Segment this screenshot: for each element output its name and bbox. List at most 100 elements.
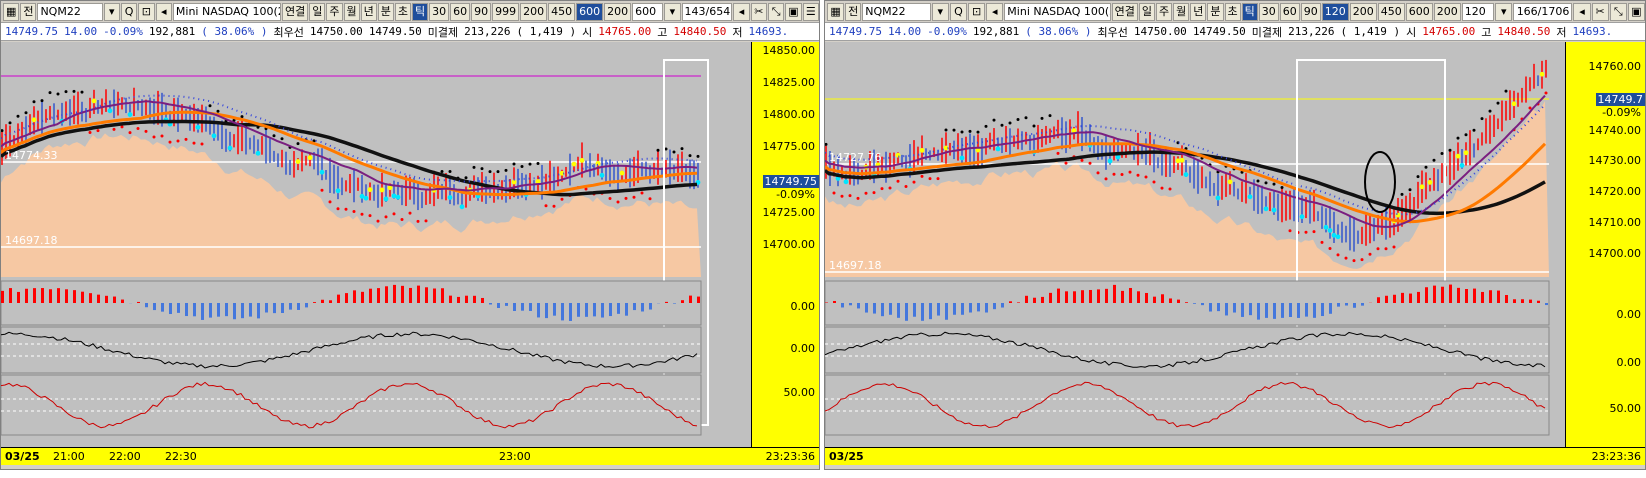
left-macd-bar [113, 296, 116, 303]
right-sar-dot [1288, 229, 1292, 233]
right-sar-dot [1544, 91, 1548, 95]
right-split-icon[interactable]: ⤡ [1609, 2, 1627, 21]
left-interval-dropdown-icon[interactable]: ▾ [664, 2, 681, 21]
right-low: 14693. [1572, 25, 1613, 38]
right-price-axis[interactable]: 14760.00 14749.7 -0.09% 14740.00 14730.0… [1565, 42, 1645, 447]
right-change: 14.00 [887, 25, 922, 38]
right-tool-grid-icon[interactable]: ▦ [827, 2, 845, 21]
right-macd-bar [1089, 289, 1092, 303]
left-time-axis[interactable]: 03/25 21:00 22:00 22:30 23:00 23:23:36 [1, 447, 819, 465]
right-link-button[interactable]: 연결 [1111, 2, 1138, 21]
right-tools-icon[interactable]: ✂ [1591, 2, 1609, 21]
left-macd-bar [281, 303, 284, 313]
right-search-icon[interactable]: Q [949, 2, 968, 21]
left-macd-bar [305, 303, 308, 308]
left-interval-999[interactable]: 999 [492, 2, 520, 21]
left-macd-bar [537, 303, 540, 318]
right-interval-200b[interactable]: 200 [1433, 2, 1461, 21]
left-split-icon[interactable]: ⤡ [767, 2, 785, 21]
left-tool-grid-icon[interactable]: ▦ [3, 2, 20, 21]
right-interval-60[interactable]: 60 [1279, 2, 1300, 21]
left-macd-bar [177, 303, 180, 313]
left-interval-60[interactable]: 60 [450, 2, 471, 21]
right-period-second[interactable]: 초 [1224, 2, 1241, 21]
left-chart-svg[interactable]: 14774.33 14697.18 [1, 42, 751, 447]
right-interval-dropdown-icon[interactable]: ▾ [1495, 2, 1513, 21]
right-period-year[interactable]: 년 [1190, 2, 1207, 21]
left-period-minute[interactable]: 분 [377, 2, 394, 21]
left-interval-200[interactable]: 200 [520, 2, 548, 21]
right-prefix-button[interactable]: 전 [845, 2, 862, 21]
left-sound-icon[interactable]: ◂ [155, 2, 172, 21]
right-interval-200[interactable]: 200 [1349, 2, 1377, 21]
right-scroll-left-icon[interactable]: ◂ [1573, 2, 1591, 21]
right-interval-600[interactable]: 600 [1405, 2, 1433, 21]
left-signal-dot [335, 188, 341, 194]
right-time-axis[interactable]: 03/25 23:23:36 [825, 447, 1645, 465]
left-interval-30[interactable]: 30 [429, 2, 450, 21]
right-interval-120[interactable]: 120 [1321, 2, 1349, 21]
left-period-week[interactable]: 주 [326, 2, 343, 21]
left-macd-bar [473, 295, 476, 303]
left-interval-200b[interactable]: 200 [604, 2, 632, 21]
right-instrument-name: Mini NASDAQ 100(22.0 [1004, 2, 1111, 21]
right-sar-dot [1040, 116, 1044, 120]
left-tools-icon[interactable]: ✂ [750, 2, 767, 21]
left-scroll-left-icon[interactable]: ◂ [733, 2, 750, 21]
right-sound-icon[interactable]: ◂ [986, 2, 1004, 21]
left-macd-bar [81, 291, 84, 303]
right-macd-bar [1137, 291, 1140, 303]
right-sar-dot [992, 118, 996, 122]
left-save-icon[interactable]: ▣ [785, 2, 802, 21]
left-symbol-field[interactable]: NQM22 [37, 2, 103, 21]
right-macd-bar [1465, 288, 1468, 303]
right-sar-dot [832, 191, 836, 195]
right-macd-bar [1425, 287, 1428, 303]
left-macd-bar [457, 296, 460, 303]
right-interval-450[interactable]: 450 [1377, 2, 1405, 21]
left-interval-input[interactable]: 600 [632, 2, 664, 21]
left-link-button[interactable]: 연결 [282, 2, 309, 21]
right-period-week[interactable]: 주 [1156, 2, 1173, 21]
right-interval-30[interactable]: 30 [1258, 2, 1279, 21]
left-interval-450[interactable]: 450 [548, 2, 576, 21]
right-interval-90[interactable]: 90 [1300, 2, 1321, 21]
right-macd-bar [1305, 303, 1308, 317]
left-compare-icon[interactable]: ⊡ [138, 2, 155, 21]
right-macd-bar [1361, 303, 1364, 306]
left-change: 14.00 [63, 25, 98, 38]
right-sar-dot [1480, 117, 1484, 121]
left-search-icon[interactable]: Q [120, 2, 138, 21]
left-chart-area[interactable]: 14774.33 14697.18 [1, 42, 751, 447]
left-sar-dot [504, 168, 508, 172]
left-lock-icon[interactable]: ☰ [802, 2, 819, 21]
left-prefix-button[interactable]: 전 [20, 2, 37, 21]
left-signal-dot [571, 161, 577, 167]
left-interval-90[interactable]: 90 [471, 2, 492, 21]
right-macd-bar [937, 303, 940, 316]
right-chart-area[interactable]: 14727.76 14697.18 [825, 42, 1565, 447]
right-interval-input[interactable]: 120 [1461, 2, 1495, 21]
right-compare-icon[interactable]: ⊡ [968, 2, 986, 21]
left-price-axis[interactable]: 14850.00 14825.00 14800.00 14775.00 1474… [751, 42, 819, 447]
left-period-tick[interactable]: 틱 [412, 2, 429, 21]
left-period-year[interactable]: 년 [360, 2, 377, 21]
right-period-minute[interactable]: 분 [1207, 2, 1224, 21]
right-period-day[interactable]: 일 [1138, 2, 1155, 21]
right-macd-bar [1409, 293, 1412, 303]
left-period-day[interactable]: 일 [309, 2, 326, 21]
left-macd-bar [641, 303, 644, 312]
right-symbol-dropdown-icon[interactable]: ▾ [931, 2, 949, 21]
left-interval-600[interactable]: 600 [576, 2, 604, 21]
left-period-second[interactable]: 초 [394, 2, 411, 21]
left-symbol-dropdown-icon[interactable]: ▾ [103, 2, 120, 21]
left-signal-dot [319, 169, 325, 175]
left-macd-bar [649, 303, 652, 310]
right-oi: 213,226 [1288, 25, 1335, 38]
right-symbol-field[interactable]: NQM22 [862, 2, 931, 21]
right-period-month[interactable]: 월 [1173, 2, 1190, 21]
right-save-icon[interactable]: ▣ [1627, 2, 1645, 21]
right-chart-svg[interactable]: 14727.76 14697.18 [825, 42, 1565, 447]
left-period-month[interactable]: 월 [343, 2, 360, 21]
right-period-tick[interactable]: 틱 [1241, 2, 1258, 21]
